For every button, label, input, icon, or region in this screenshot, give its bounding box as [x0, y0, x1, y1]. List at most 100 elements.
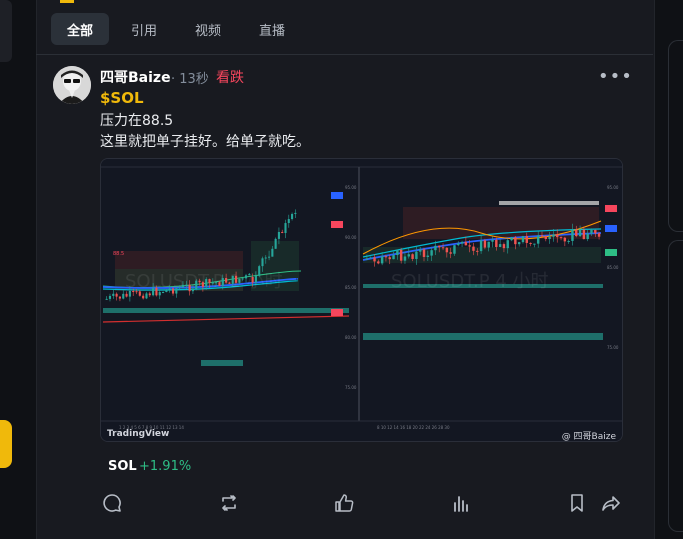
candle-body: [195, 280, 198, 289]
candle-body: [168, 288, 171, 290]
cashtag-link[interactable]: $SOL: [100, 89, 144, 107]
candle-body: [188, 284, 191, 292]
tabs-divider: [36, 54, 653, 55]
candle-body: [441, 247, 445, 249]
candle-body: [201, 282, 204, 287]
candle-body: [274, 238, 277, 249]
right-panel-watermark: SOLUSDT.P 4 小时: [391, 271, 549, 292]
candle-body: [567, 240, 570, 242]
candle-body: [175, 288, 178, 294]
svg-text:75.00: 75.00: [607, 345, 619, 350]
candle-body: [540, 235, 544, 237]
candle-body: [510, 237, 513, 241]
candle-body: [536, 235, 540, 244]
candle-body: [112, 293, 115, 296]
candle-body: [225, 278, 228, 283]
candle-body: [502, 244, 506, 249]
candle-body: [235, 275, 238, 283]
candle-body: [284, 223, 287, 234]
candle-body: [418, 249, 422, 252]
candle-body: [380, 256, 384, 264]
candle-body: [426, 255, 430, 257]
candle-body: [563, 237, 567, 242]
post-text-line: 这里就把单子挂好。给单子就吃。: [100, 134, 310, 150]
coin-tag-change[interactable]: +1.91%: [139, 459, 191, 474]
candle-body: [506, 240, 509, 249]
avatar-image: [53, 66, 91, 104]
candle-body: [254, 275, 257, 283]
candle-body: [438, 245, 441, 248]
candle-body: [377, 261, 380, 264]
avatar[interactable]: [53, 66, 91, 104]
candle-body: [571, 229, 574, 241]
svg-text:88.5: 88.5: [113, 251, 124, 257]
candle-body: [430, 250, 433, 256]
left-nav-accent-button[interactable]: [0, 420, 12, 468]
candle-body: [294, 212, 297, 214]
candle-body: [145, 293, 148, 299]
candle-body: [407, 254, 410, 257]
candle-body: [468, 245, 471, 247]
tab-all[interactable]: 全部: [51, 13, 110, 45]
comment-icon[interactable]: [101, 492, 123, 514]
share-icon[interactable]: [600, 492, 622, 514]
chart-watermark-user: @ 四哥Baize: [561, 432, 616, 442]
candle-body: [142, 295, 145, 299]
candle-body: [559, 237, 563, 239]
candle-body: [422, 249, 426, 257]
stats-icon[interactable]: [450, 492, 472, 514]
candle-body: [244, 275, 248, 279]
like-icon[interactable]: [333, 492, 355, 514]
candle-body: [578, 229, 582, 237]
candle-body: [241, 278, 244, 280]
candle-body: [415, 251, 418, 259]
candle-body: [132, 291, 135, 293]
candle-body: [281, 231, 284, 234]
right-panel-edge: [668, 40, 683, 232]
left-nav-block[interactable]: [0, 0, 12, 62]
candle-body: [268, 256, 271, 258]
right-rail: [668, 0, 683, 539]
candle-body: [211, 282, 214, 284]
candle-body: [148, 293, 151, 296]
candle-body: [277, 231, 280, 239]
candle-body: [152, 287, 155, 296]
more-options-icon[interactable]: •••: [598, 66, 633, 87]
candle-body: [517, 242, 521, 245]
chart-screenshot[interactable]: 88.5 1 2 3 4 5 6 7 8 9 10 11 12 13 14 SO…: [100, 158, 623, 442]
candle-body: [365, 258, 369, 260]
candle-body: [231, 275, 234, 284]
candle-body: [403, 256, 407, 261]
candle-body: [575, 229, 578, 237]
candle-body: [125, 293, 128, 297]
candle-body: [205, 279, 208, 287]
top-accent-bar: [60, 0, 74, 3]
tab-video[interactable]: 视频: [179, 13, 237, 45]
candle-body: [586, 233, 589, 240]
coin-tag-name[interactable]: SOL: [108, 459, 137, 474]
candle-body: [291, 213, 294, 220]
candle-body: [582, 229, 586, 240]
candle-body: [533, 243, 536, 245]
candle-body: [258, 266, 261, 276]
candle-body: [388, 257, 391, 260]
candle-body: [479, 240, 483, 252]
candle-body: [556, 234, 559, 238]
candle-body: [445, 247, 449, 253]
candle-body: [251, 277, 254, 283]
candle-body: [178, 287, 181, 289]
tab-quote[interactable]: 引用: [115, 13, 173, 45]
author-name[interactable]: 四哥Baize: [100, 67, 171, 87]
candle-body: [544, 236, 548, 240]
tab-live[interactable]: 直播: [243, 13, 301, 45]
candle-body: [135, 291, 138, 293]
candle-body: [548, 236, 551, 240]
svg-text:95.00: 95.00: [607, 185, 619, 190]
candle-body: [191, 288, 194, 292]
candle-body: [472, 246, 475, 251]
svg-text:95.00: 95.00: [345, 185, 357, 190]
bookmark-icon[interactable]: [566, 492, 588, 514]
candle-body: [449, 252, 452, 254]
candle-body: [464, 241, 468, 246]
repost-icon[interactable]: [218, 492, 240, 514]
